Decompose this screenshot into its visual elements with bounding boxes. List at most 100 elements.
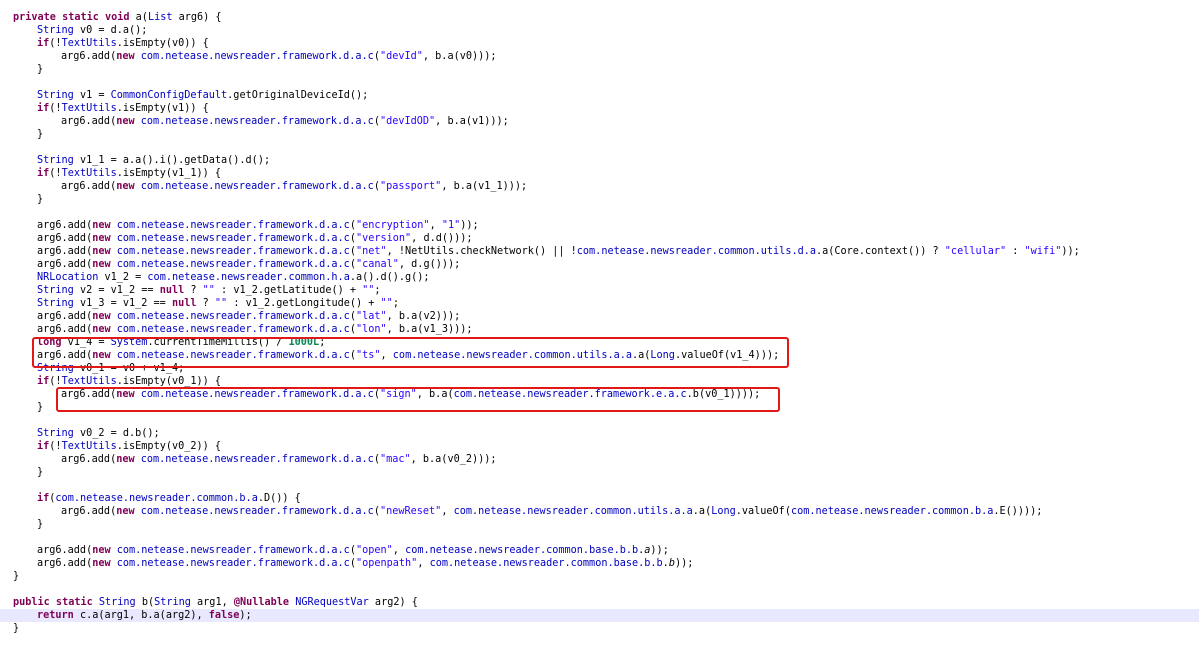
code-line[interactable]: if(!TextUtils.isEmpty(v1_1)) { xyxy=(0,167,1199,180)
code-line[interactable]: if(com.netease.newsreader.common.b.a.D()… xyxy=(0,492,1199,505)
code-token: ? xyxy=(184,285,203,296)
code-token: v1 = xyxy=(73,90,111,101)
code-token: : xyxy=(1006,246,1025,257)
code-token: "lon" xyxy=(355,324,387,335)
code-token: com.netease.newsreader.common.utils.a.a xyxy=(453,506,693,517)
code-token: v2 = v1_2 == xyxy=(73,285,160,296)
code-token: .a().d().g(); xyxy=(349,272,430,283)
code-line[interactable]: String v2 = v1_2 == null ? "" : v1_2.get… xyxy=(0,284,1199,297)
code-token: arg6.add( xyxy=(37,350,93,361)
code-token: long xyxy=(37,337,62,348)
code-token: "newReset" xyxy=(379,506,442,517)
code-line[interactable]: arg6.add(new com.netease.newsreader.fram… xyxy=(0,323,1199,336)
code-editor[interactable]: private static void a(List arg6) {String… xyxy=(0,0,1199,650)
code-line[interactable]: String v1_3 = v1_2 == null ? "" : v1_2.g… xyxy=(0,297,1199,310)
code-token: .isEmpty(v1_1)) { xyxy=(116,168,222,179)
code-token: if xyxy=(37,103,50,114)
code-token: public static xyxy=(13,597,99,608)
code-token: if xyxy=(37,493,50,504)
code-line[interactable]: arg6.add(new com.netease.newsreader.fram… xyxy=(0,258,1199,271)
code-line[interactable]: public static String b(String arg1, @Nul… xyxy=(0,596,1199,609)
code-token: com.netease.newsreader.framework.d.a.c xyxy=(140,51,374,62)
code-token: , d.g())); xyxy=(398,259,461,270)
code-token: String xyxy=(37,285,74,296)
code-line[interactable]: String v0_1 = v0 + v1_4; xyxy=(0,362,1199,375)
code-token: NGRequestVar xyxy=(295,597,369,608)
code-line[interactable]: } xyxy=(0,128,1199,141)
code-line[interactable]: } xyxy=(0,401,1199,414)
code-line[interactable]: arg6.add(new com.netease.newsreader.fram… xyxy=(0,180,1199,193)
code-line[interactable]: String v0 = d.a(); xyxy=(0,24,1199,37)
code-token: v1_2 = xyxy=(98,272,148,283)
code-token: "" xyxy=(202,285,215,296)
code-line[interactable]: String v0_2 = d.b(); xyxy=(0,427,1199,440)
code-line[interactable] xyxy=(0,531,1199,544)
code-line[interactable]: arg6.add(new com.netease.newsreader.fram… xyxy=(0,505,1199,518)
code-token: .E()))); xyxy=(993,506,1043,517)
code-token: } xyxy=(37,129,44,140)
code-line[interactable]: NRLocation v1_2 = com.netease.newsreader… xyxy=(0,271,1199,284)
code-line[interactable]: arg6.add(new com.netease.newsreader.fram… xyxy=(0,232,1199,245)
code-token: if xyxy=(37,376,50,387)
code-line[interactable]: arg6.add(new com.netease.newsreader.fram… xyxy=(0,453,1199,466)
code-token: "1" xyxy=(441,220,461,231)
code-token: , xyxy=(392,545,406,556)
code-line[interactable]: } xyxy=(0,622,1199,635)
code-token: , xyxy=(380,350,393,361)
code-line[interactable] xyxy=(0,206,1199,219)
code-token: .isEmpty(v1)) { xyxy=(116,103,209,114)
code-line[interactable] xyxy=(0,414,1199,427)
code-token: 1000L xyxy=(288,337,320,348)
code-token: } xyxy=(37,402,44,413)
code-token: } xyxy=(37,467,44,478)
code-token: .valueOf(v1_4))); xyxy=(674,350,780,361)
code-token: arg6.add( xyxy=(61,506,117,517)
code-token: arg6.add( xyxy=(37,220,93,231)
code-line[interactable] xyxy=(0,76,1199,89)
code-token: com.netease.newsreader.framework.d.a.c xyxy=(116,558,350,569)
code-line[interactable]: } xyxy=(0,570,1199,583)
code-token: arg6.add( xyxy=(37,246,93,257)
code-token: com.netease.newsreader.framework.e.a.c xyxy=(453,389,687,400)
code-token: new xyxy=(92,311,111,322)
code-line[interactable]: return c.a(arg1, b.a(arg2), false); xyxy=(0,609,1199,622)
code-line[interactable]: if(!TextUtils.isEmpty(v0_1)) { xyxy=(0,375,1199,388)
code-line[interactable]: arg6.add(new com.netease.newsreader.fram… xyxy=(0,115,1199,128)
code-token: new xyxy=(92,246,111,257)
code-line[interactable]: arg6.add(new com.netease.newsreader.fram… xyxy=(0,557,1199,570)
code-line[interactable]: arg6.add(new com.netease.newsreader.fram… xyxy=(0,245,1199,258)
code-line[interactable]: long v1_4 = System.currentTimeMillis() /… xyxy=(0,336,1199,349)
code-token: "canal" xyxy=(355,259,399,270)
code-token: : v1_2.getLongitude() + xyxy=(227,298,381,309)
code-token: @Nullable xyxy=(233,597,290,608)
code-line[interactable] xyxy=(0,479,1199,492)
code-line[interactable]: arg6.add(new com.netease.newsreader.fram… xyxy=(0,388,1199,401)
code-line[interactable]: private static void a(List arg6) { xyxy=(0,11,1199,24)
code-line[interactable]: arg6.add(new com.netease.newsreader.fram… xyxy=(0,349,1199,362)
code-token: com.netease.newsreader.framework.d.a.c xyxy=(140,454,374,465)
code-token: "" xyxy=(362,285,375,296)
code-line[interactable]: arg6.add(new com.netease.newsreader.fram… xyxy=(0,544,1199,557)
code-line[interactable]: if(!TextUtils.isEmpty(v1)) { xyxy=(0,102,1199,115)
code-line[interactable]: if(!TextUtils.isEmpty(v0_2)) { xyxy=(0,440,1199,453)
code-line[interactable]: } xyxy=(0,466,1199,479)
code-line[interactable] xyxy=(0,141,1199,154)
code-line[interactable]: arg6.add(new com.netease.newsreader.fram… xyxy=(0,219,1199,232)
code-line[interactable]: } xyxy=(0,193,1199,206)
code-token: "wifi" xyxy=(1024,246,1062,257)
code-token: , xyxy=(429,220,442,231)
code-line[interactable]: arg6.add(new com.netease.newsreader.fram… xyxy=(0,50,1199,63)
code-line[interactable]: } xyxy=(0,518,1199,531)
code-token: com.netease.newsreader.common.base.b.b xyxy=(429,558,663,569)
code-line[interactable]: String v1_1 = a.a().i().getData().d(); xyxy=(0,154,1199,167)
code-token: Long xyxy=(711,506,736,517)
code-token: "passport" xyxy=(379,181,442,192)
code-token: CommonConfigDefault xyxy=(110,90,228,101)
code-line[interactable]: } xyxy=(0,63,1199,76)
code-token: "net" xyxy=(355,246,387,257)
code-token: "openpath" xyxy=(355,558,418,569)
code-line[interactable] xyxy=(0,583,1199,596)
code-line[interactable]: arg6.add(new com.netease.newsreader.fram… xyxy=(0,310,1199,323)
code-line[interactable]: if(!TextUtils.isEmpty(v0)) { xyxy=(0,37,1199,50)
code-line[interactable]: String v1 = CommonConfigDefault.getOrigi… xyxy=(0,89,1199,102)
